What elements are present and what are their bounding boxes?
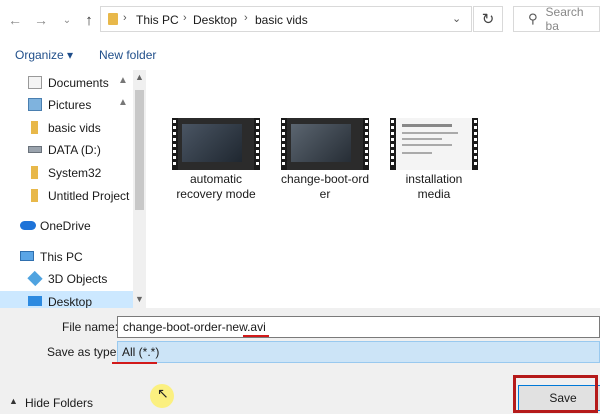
- nav-item-label: DATA (D:): [48, 143, 101, 157]
- navigation-pane: Documents ▲ Pictures ▲ basic vids DATA (…: [0, 70, 146, 308]
- address-dropdown-icon[interactable]: ⌄: [452, 12, 461, 25]
- nav-item-label: System32: [48, 166, 102, 180]
- save-as-type-label: Save as type:: [47, 345, 120, 359]
- save-as-type-select[interactable]: All (*.*): [117, 341, 600, 363]
- toolbar: [0, 40, 600, 70]
- up-arrow-icon[interactable]: ↑: [80, 10, 98, 30]
- nav-item-data-d[interactable]: DATA (D:): [0, 139, 133, 161]
- file-name-value: change-boot-order-new.avi: [123, 320, 266, 334]
- chevron-up-icon[interactable]: ▲: [9, 396, 18, 406]
- nav-item-desktop[interactable]: Desktop: [0, 291, 133, 308]
- breadcrumb-separator-icon: ›: [244, 12, 248, 24]
- breadcrumb-desktop[interactable]: Desktop: [193, 13, 237, 27]
- annotation-underline: [112, 362, 157, 364]
- nav-item-3d-objects[interactable]: 3D Objects: [0, 268, 133, 290]
- breadcrumb-basic-vids[interactable]: basic vids: [255, 13, 308, 27]
- nav-item-label: Untitled Project: [48, 189, 130, 203]
- file-name: installation media: [405, 172, 463, 201]
- hide-folders-button[interactable]: Hide Folders: [25, 396, 93, 410]
- scroll-up-icon[interactable]: ▲: [135, 72, 144, 82]
- file-name: automatic recovery mode: [176, 172, 256, 201]
- search-input[interactable]: ⚲ Search ba: [513, 5, 600, 33]
- breadcrumb-separator-icon: ›: [123, 12, 127, 24]
- video-thumbnail-icon: [281, 118, 369, 170]
- save-as-type-value: All (*.*): [122, 345, 160, 359]
- nav-item-documents[interactable]: Documents ▲: [0, 72, 133, 94]
- video-thumbnail-icon: [390, 118, 478, 170]
- pin-icon: ▲: [118, 97, 128, 108]
- video-thumbnail-icon: [172, 118, 260, 170]
- documents-icon: [28, 76, 42, 89]
- recent-chevron-icon[interactable]: ⌄: [58, 10, 76, 30]
- nav-item-system32[interactable]: System32: [0, 162, 133, 184]
- nav-item-this-pc[interactable]: This PC: [0, 246, 133, 268]
- folder-icon: [31, 121, 38, 134]
- desktop-icon: [28, 296, 42, 306]
- nav-item-label: This PC: [40, 250, 83, 264]
- nav-item-label: Documents: [48, 76, 109, 90]
- organize-button[interactable]: Organize ▾: [15, 48, 73, 62]
- pictures-icon: [28, 98, 42, 111]
- 3d-objects-icon: [27, 270, 43, 287]
- folder-icon: [108, 13, 118, 25]
- folder-icon: [31, 166, 38, 179]
- nav-item-onedrive[interactable]: OneDrive: [0, 215, 133, 237]
- nav-item-basic-vids[interactable]: basic vids: [0, 117, 133, 139]
- file-name: change-boot-ord er: [280, 172, 370, 201]
- folder-icon: [31, 189, 38, 202]
- nav-item-label: Pictures: [48, 98, 92, 112]
- mouse-cursor-icon: ↖: [157, 385, 169, 401]
- this-pc-icon: [20, 251, 34, 261]
- breadcrumb-this-pc[interactable]: This PC: [136, 13, 179, 27]
- onedrive-icon: [20, 221, 36, 230]
- nav-item-label: 3D Objects: [48, 272, 108, 286]
- search-icon: ⚲: [528, 11, 538, 26]
- forward-arrow-icon[interactable]: →: [32, 10, 50, 30]
- file-name-label: File name:: [62, 320, 119, 334]
- nav-item-label: OneDrive: [40, 219, 91, 233]
- nav-item-label: Desktop: [48, 295, 93, 308]
- back-arrow-icon[interactable]: ←: [6, 10, 24, 30]
- drive-icon: [28, 146, 42, 153]
- pin-icon: ▲: [118, 75, 128, 86]
- breadcrumb-separator-icon: ›: [183, 12, 187, 24]
- nav-item-pictures[interactable]: Pictures ▲: [0, 94, 133, 116]
- nav-scrollbar-thumb[interactable]: [135, 90, 144, 210]
- file-name-input[interactable]: change-boot-order-new.avi: [117, 316, 600, 338]
- new-folder-button[interactable]: New folder: [99, 48, 156, 62]
- nav-item-untitled-project[interactable]: Untitled Project: [0, 185, 133, 207]
- annotation-underline: [243, 335, 269, 337]
- search-placeholder: Search ba: [545, 5, 584, 33]
- annotation-highlight-box: [513, 375, 598, 413]
- nav-item-label: basic vids: [48, 121, 101, 135]
- refresh-icon[interactable]: ↻: [473, 6, 503, 32]
- scroll-down-icon[interactable]: ▼: [135, 294, 144, 304]
